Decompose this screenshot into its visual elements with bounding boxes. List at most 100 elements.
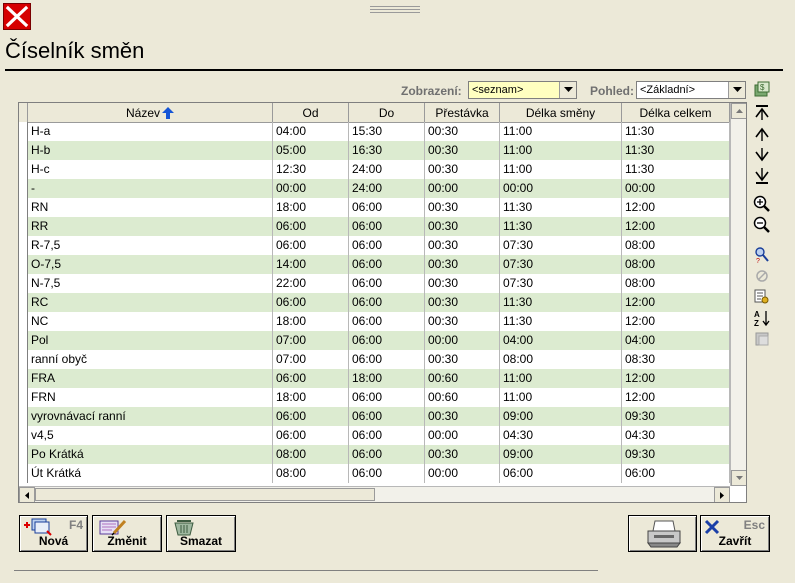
table-row[interactable]: v4,5 06:00 06:00 00:00 04:30 04:30: [19, 426, 730, 445]
cell-shift-length: 11:30: [500, 312, 622, 331]
close-x-icon: [704, 519, 720, 535]
first-record-icon[interactable]: [752, 103, 772, 123]
close-window-icon[interactable]: [3, 3, 31, 30]
row-indicator[interactable]: [19, 217, 28, 236]
scroll-left-button[interactable]: [19, 487, 35, 502]
row-indicator[interactable]: [19, 198, 28, 217]
table-row[interactable]: O-7,5 14:00 06:00 00:30 07:30 08:00: [19, 255, 730, 274]
cell-to: 06:00: [349, 274, 425, 293]
column-header-to[interactable]: Do: [349, 103, 425, 122]
zoom-out-icon[interactable]: [752, 215, 772, 235]
cell-name: vyrovnávací ranní: [28, 407, 273, 426]
cell-break: 00:30: [425, 274, 500, 293]
shift-table: Název Od Do Přestávka Délka směny Délka …: [18, 102, 747, 503]
cell-break: 00:30: [425, 312, 500, 331]
table-row[interactable]: H-a 04:00 15:30 00:30 11:00 11:30: [19, 122, 730, 141]
row-indicator[interactable]: [19, 141, 28, 160]
cell-total-length: 11:30: [622, 122, 730, 141]
column-header-break[interactable]: Přestávka: [425, 103, 500, 122]
chevron-down-icon[interactable]: [728, 82, 745, 98]
cell-break: 00:30: [425, 445, 500, 464]
row-indicator[interactable]: [19, 464, 28, 483]
cell-total-length: 04:30: [622, 426, 730, 445]
table-row[interactable]: H-c 12:30 24:00 00:30 11:00 11:30: [19, 160, 730, 179]
column-header-shift-length[interactable]: Délka směny: [500, 103, 622, 122]
cell-name: H-b: [28, 141, 273, 160]
table-row[interactable]: ranní obyč 07:00 06:00 00:30 08:00 08:30: [19, 350, 730, 369]
row-indicator[interactable]: [19, 426, 28, 445]
row-indicator[interactable]: [19, 369, 28, 388]
column-header-name[interactable]: Název: [28, 103, 273, 122]
table-row[interactable]: FRN 18:00 06:00 00:60 11:00 12:00: [19, 388, 730, 407]
sort-icon[interactable]: AZ: [752, 308, 772, 328]
filter-icon[interactable]: [752, 287, 772, 307]
next-record-icon[interactable]: [752, 145, 772, 165]
row-indicator[interactable]: [19, 160, 28, 179]
export-icon[interactable]: $: [752, 79, 772, 99]
new-button-label: Nová: [38, 534, 69, 548]
chevron-down-icon[interactable]: [559, 82, 576, 98]
table-header: Název Od Do Přestávka Délka směny Délka …: [19, 103, 730, 123]
row-indicator[interactable]: [19, 350, 28, 369]
row-indicator[interactable]: [19, 236, 28, 255]
row-indicator[interactable]: [19, 274, 28, 293]
close-button[interactable]: Esc Zavřít: [700, 515, 770, 552]
scroll-right-button[interactable]: [714, 487, 730, 502]
table-row[interactable]: vyrovnávací ranní 06:00 06:00 00:30 09:00 09:…: [19, 407, 730, 426]
cell-break: 00:00: [425, 331, 500, 350]
scroll-up-button[interactable]: [731, 103, 746, 119]
view-select[interactable]: <seznam>: [468, 81, 577, 99]
cell-break: 00:30: [425, 407, 500, 426]
cell-from: 04:00: [273, 122, 349, 141]
cell-from: 12:30: [273, 160, 349, 179]
table-row[interactable]: RR 06:00 06:00 00:30 11:30 12:00: [19, 217, 730, 236]
layout-select[interactable]: <Základní>: [636, 81, 746, 99]
scroll-down-button[interactable]: [731, 470, 746, 486]
cell-from: 07:00: [273, 331, 349, 350]
layout-label: Pohled:: [590, 84, 634, 98]
table-row[interactable]: R-7,5 06:00 06:00 00:30 07:30 08:00: [19, 236, 730, 255]
row-indicator[interactable]: [19, 122, 28, 141]
row-indicator[interactable]: [19, 312, 28, 331]
table-row[interactable]: -00:00 24:00 00:00 00:00 00:00: [19, 179, 730, 198]
zoom-in-icon[interactable]: [752, 194, 772, 214]
print-button[interactable]: [628, 515, 697, 552]
cell-name: H-a: [28, 122, 273, 141]
table-row[interactable]: FRA 06:00 18:00 00:60 11:00 12:00: [19, 369, 730, 388]
table-row[interactable]: Po Krátká 08:00 06:00 00:30 09:00 09:30: [19, 445, 730, 464]
new-button[interactable]: F4 Nová: [19, 515, 88, 552]
horizontal-scrollbar[interactable]: [19, 486, 730, 502]
row-indicator[interactable]: [19, 179, 28, 198]
table-row[interactable]: N-7,5 22:00 06:00 00:30 07:30 08:00: [19, 274, 730, 293]
last-record-icon[interactable]: [752, 166, 772, 186]
cell-name: Út Krátká: [28, 464, 273, 483]
vertical-scrollbar[interactable]: [730, 103, 746, 486]
table-row[interactable]: H-b 05:00 16:30 00:30 11:00 11:30: [19, 141, 730, 160]
find-icon[interactable]: ?: [752, 245, 772, 265]
cell-total-length: 12:00: [622, 369, 730, 388]
edit-button[interactable]: Změnit: [92, 515, 162, 552]
row-indicator[interactable]: [19, 388, 28, 407]
table-row[interactable]: RC 06:00 06:00 00:30 11:30 12:00: [19, 293, 730, 312]
table-row[interactable]: RN 18:00 06:00 00:30 11:30 12:00: [19, 198, 730, 217]
cell-shift-length: 04:00: [500, 331, 622, 350]
edit-button-label: Změnit: [107, 534, 147, 548]
delete-button[interactable]: Smazat: [166, 515, 236, 552]
table-row[interactable]: NC 18:00 06:00 00:30 11:30 12:00: [19, 312, 730, 331]
row-indicator[interactable]: [19, 293, 28, 312]
close-shortcut-label: Esc: [743, 518, 765, 532]
cell-total-length: 06:00: [622, 464, 730, 483]
row-indicator[interactable]: [19, 255, 28, 274]
cell-to: 06:00: [349, 464, 425, 483]
column-header-from[interactable]: Od: [273, 103, 349, 122]
cell-total-length: 12:00: [622, 198, 730, 217]
scroll-thumb[interactable]: [35, 488, 375, 501]
column-header-total-length[interactable]: Délka celkem: [622, 103, 730, 122]
row-indicator[interactable]: [19, 407, 28, 426]
table-row[interactable]: Pol 07:00 06:00 00:00 04:00 04:00: [19, 331, 730, 350]
row-indicator[interactable]: [19, 331, 28, 350]
previous-record-icon[interactable]: [752, 124, 772, 144]
drag-grip[interactable]: [370, 4, 420, 14]
row-indicator[interactable]: [19, 445, 28, 464]
table-row[interactable]: Út Krátká 08:00 06:00 00:00 06:00 06:00: [19, 464, 730, 483]
